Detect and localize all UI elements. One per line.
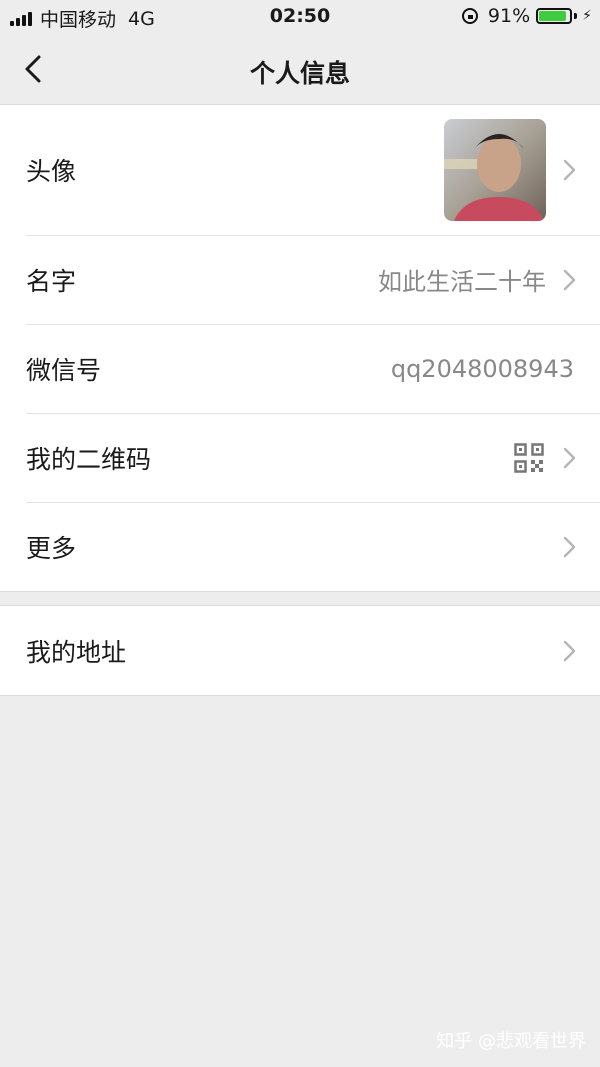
battery-percent: 91% (487, 5, 531, 27)
status-right: 91% ⚡ (461, 5, 592, 27)
qr-code-row[interactable]: 我的二维码 (0, 413, 600, 502)
chevron-right-icon (563, 447, 576, 468)
avatar-row[interactable]: 头像 (0, 105, 600, 235)
chevron-right-icon (563, 640, 576, 661)
charging-bolt-icon: ⚡ (582, 8, 592, 24)
qr-code-label: 我的二维码 (26, 444, 152, 474)
name-label: 名字 (26, 266, 77, 296)
avatar-photo (444, 119, 546, 221)
battery-tip (574, 13, 578, 19)
wechat-id-label: 微信号 (26, 355, 102, 385)
nav-bar: 个人信息 (0, 34, 600, 104)
profile-group: 头像 名字 如此生活二十年 微信号 qq2048008943 我的二维码 更多 (0, 104, 600, 592)
watermark: 知乎 @悲观看世界 (436, 1031, 586, 1052)
more-label: 更多 (26, 533, 77, 563)
address-group: 我的地址 (0, 605, 600, 696)
status-bar: 中国移动 4G 02:50 91% ⚡ (0, 0, 600, 34)
chevron-right-icon (563, 159, 576, 181)
more-row[interactable]: 更多 (0, 502, 600, 591)
battery-fill (539, 11, 567, 21)
address-label: 我的地址 (26, 637, 127, 667)
avatar-label: 头像 (26, 157, 77, 186)
wechat-id-value: qq2048008943 (390, 354, 574, 383)
qr-code-icon (514, 442, 544, 473)
wechat-id-row[interactable]: 微信号 qq2048008943 (0, 324, 600, 413)
avatar (444, 119, 546, 221)
name-row[interactable]: 名字 如此生活二十年 (0, 235, 600, 324)
chevron-right-icon (563, 536, 576, 557)
battery-icon (536, 8, 573, 24)
name-value: 如此生活二十年 (378, 268, 546, 296)
page-title: 个人信息 (249, 59, 350, 88)
address-row[interactable]: 我的地址 (0, 606, 600, 695)
rotation-lock-icon (461, 8, 478, 24)
chevron-right-icon (563, 269, 576, 290)
